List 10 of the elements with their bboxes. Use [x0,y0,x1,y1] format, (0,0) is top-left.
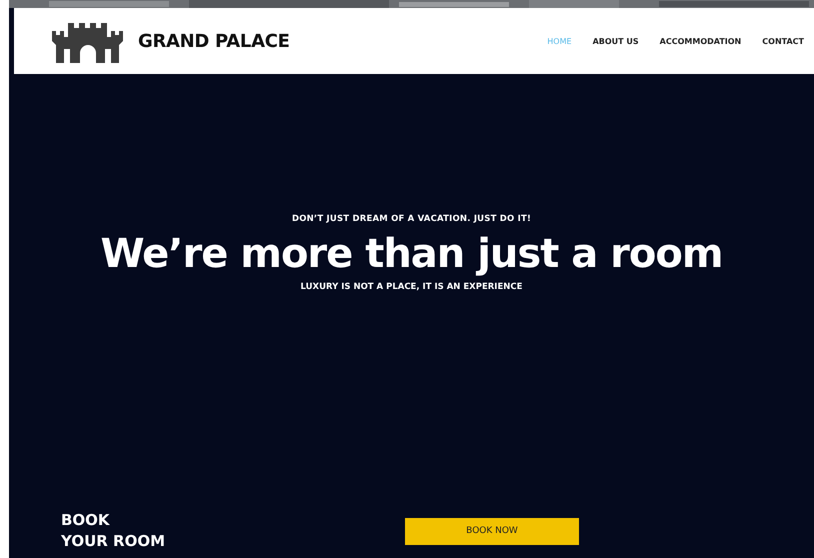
hero-kicker: DON’T JUST DREAM OF A VACATION. JUST DO IT! [292,214,532,224]
booking-heading: YOUR ROOM [61,531,166,552]
hero-subtitle: LUXURY IS NOT A PLACE, IT IS AN EXPERIENCE [300,282,522,292]
nav-link[interactable]: ACCOMMODATION [660,36,742,46]
book-now-button[interactable]: BOOK NOW [405,518,580,544]
nav-link[interactable]: ABOUT US [592,36,639,46]
nav-link[interactable]: CONTACT [762,36,804,46]
hero-title: We’re more than just a room [100,232,723,276]
booking-heading: BOOK [61,510,111,531]
brand-name: GRAND PALACE [138,30,290,52]
